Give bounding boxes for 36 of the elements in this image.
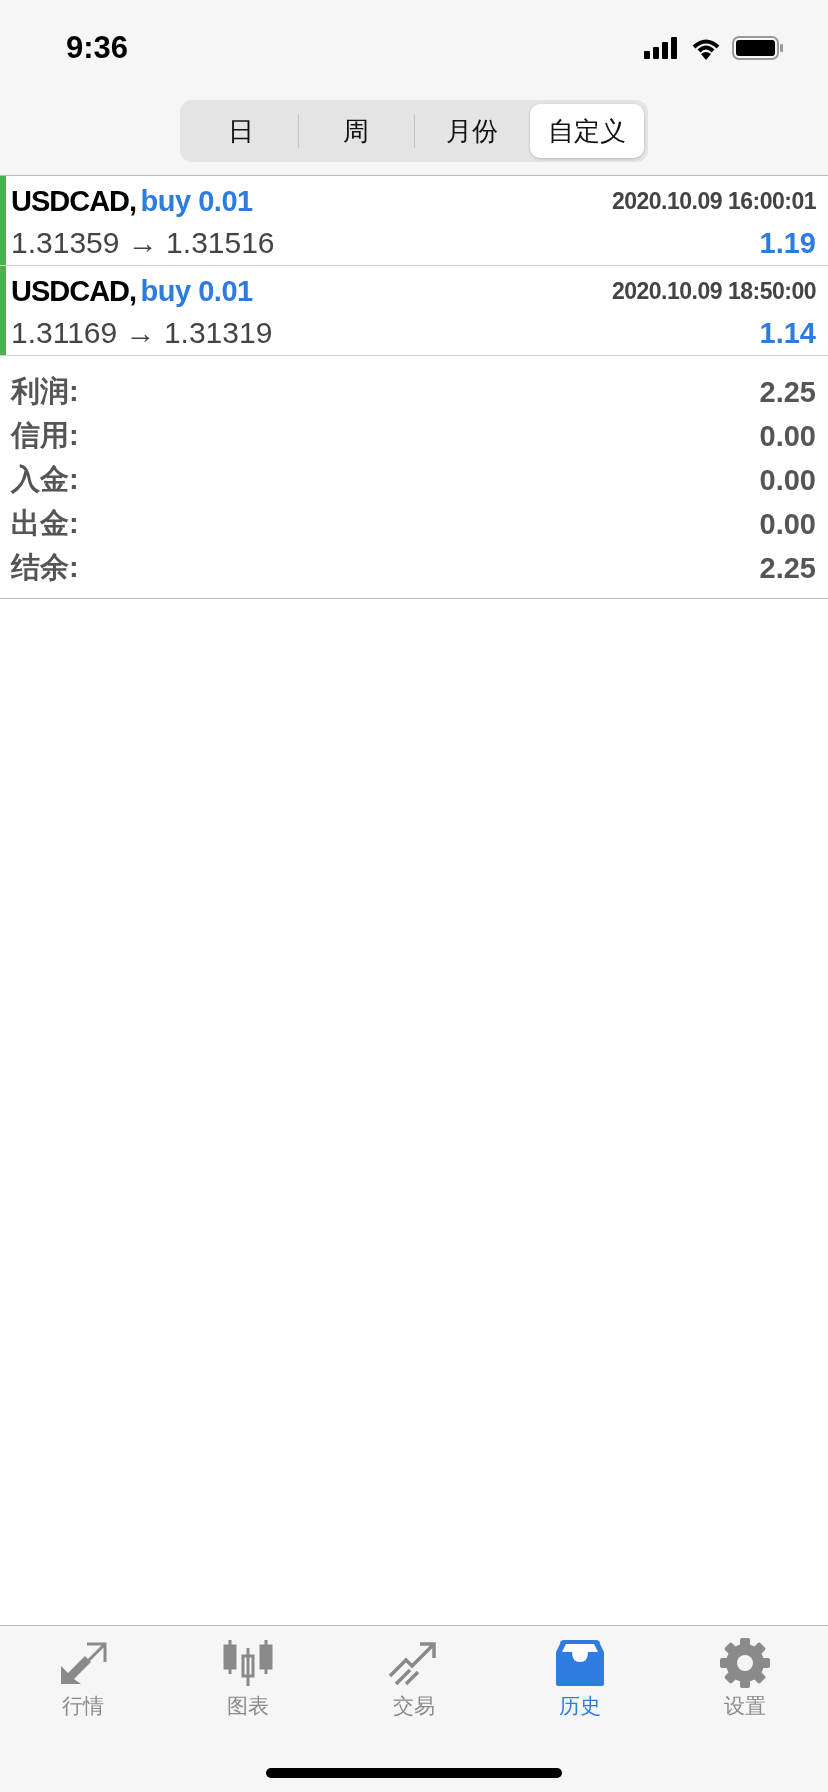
tab-bar-item[interactable]: 图表 [188,1638,309,1720]
deal-symbol: USDCAD, [11,274,137,307]
summary-label: 入金: [11,462,79,497]
summary-label: 出金: [11,506,79,541]
summary-value: 0.00 [759,463,816,497]
tab-bar-item[interactable]: 历史 [519,1638,640,1720]
battery-icon [732,36,784,60]
settings-icon [719,1638,772,1688]
signal-icon [644,37,680,59]
deal-prices: 1.31169 → 1.31319 [11,316,273,350]
summary-label: 利润: [11,374,79,409]
period-tab[interactable]: 日 [184,104,299,158]
period-tab[interactable]: 自定义 [529,104,644,158]
deal-action: buy 0.01 [140,274,253,307]
deal-profit: 1.14 [759,316,816,350]
summary-label: 结余: [11,550,79,585]
tab-bar-item[interactable]: 行情 [22,1638,143,1720]
deal-time: 2020.10.09 16:00:01 [611,187,816,215]
deal-symbol: USDCAD, [11,184,137,217]
period-tab[interactable]: 周 [299,104,414,158]
deal-prices: 1.31359 → 1.31516 [11,226,275,260]
status-time: 9:36 [66,30,129,66]
summary-value: 2.25 [759,551,816,585]
summary-value: 0.00 [759,507,816,541]
tab-bar-item[interactable]: 交易 [354,1638,474,1720]
summary-value: 2.25 [759,375,816,409]
summary-value: 0.00 [759,419,816,453]
tab-bar-item[interactable]: 设置 [685,1638,806,1720]
wifi-icon [690,36,722,60]
candlestick-icon [222,1638,275,1688]
deal-time: 2020.10.09 18:50:00 [611,277,816,305]
summary-label: 信用: [11,418,79,453]
inbox-tray-icon [553,1638,606,1688]
deal-action: buy 0.01 [140,184,253,217]
period-tab[interactable]: 月份 [414,104,529,158]
deal-profit: 1.19 [759,226,816,260]
